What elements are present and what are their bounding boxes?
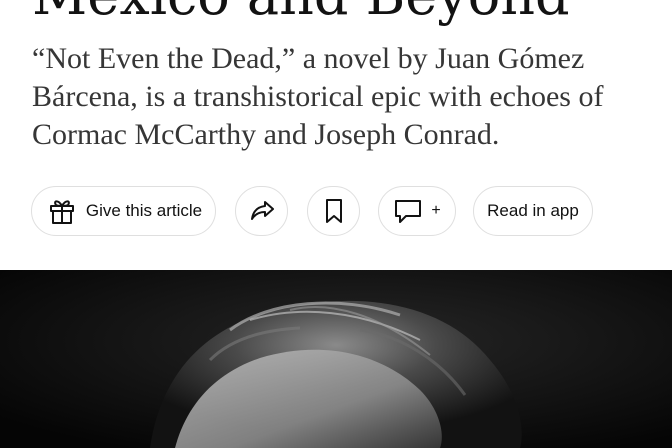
comment-icon: [393, 197, 423, 225]
give-article-label: Give this article: [85, 201, 203, 220]
bookmark-icon: [323, 197, 345, 225]
comments-button[interactable]: +: [378, 186, 456, 236]
gift-icon: [47, 196, 77, 226]
article-summary: “Not Even the Dead,” a novel by Juan Góm…: [32, 42, 604, 151]
share-arrow-icon: [248, 197, 276, 225]
read-in-app-button[interactable]: Read in app: [473, 186, 593, 236]
comment-plus: +: [431, 202, 441, 219]
article-photo: [0, 270, 672, 448]
save-button[interactable]: [307, 186, 360, 236]
share-button[interactable]: [235, 186, 288, 236]
article-headline: Mexico and Beyond: [32, 0, 570, 28]
read-in-app-label: Read in app: [487, 201, 579, 220]
article-page: Mexico and Beyond “Not Even the Dead,” a…: [0, 0, 672, 448]
give-article-button[interactable]: Give this article: [31, 186, 216, 236]
